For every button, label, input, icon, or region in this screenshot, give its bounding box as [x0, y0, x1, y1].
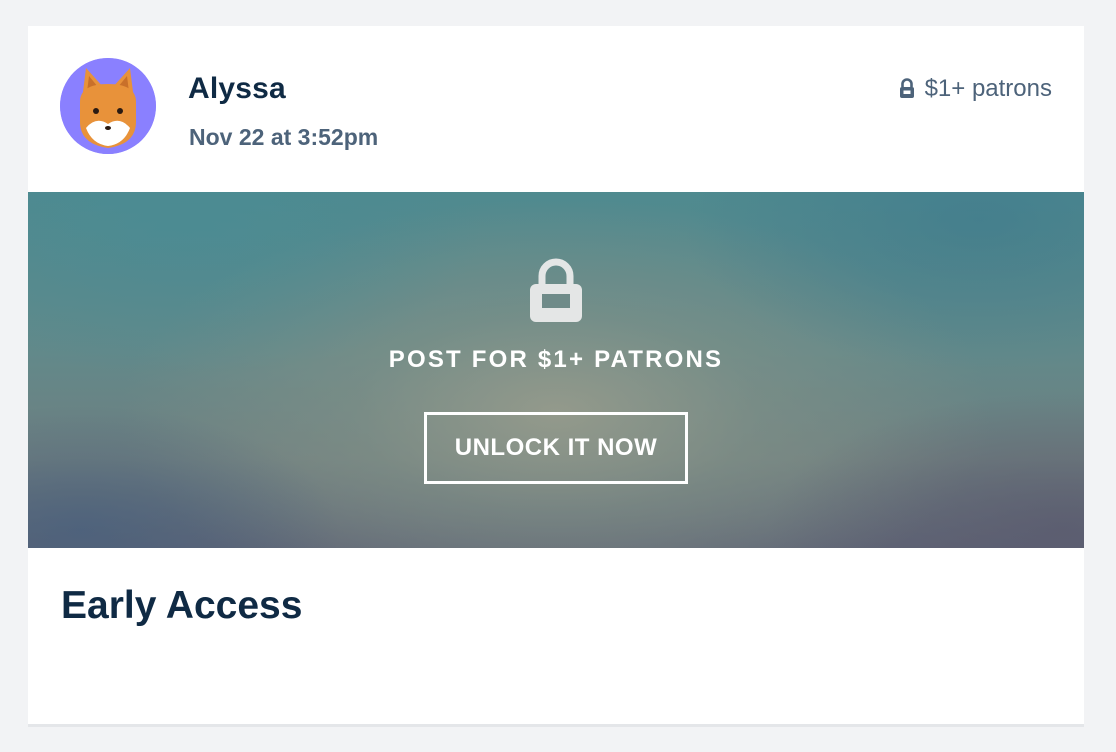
post-title[interactable]: Early Access — [61, 584, 302, 628]
lock-icon — [899, 78, 915, 100]
fox-avatar-icon — [60, 58, 156, 154]
locked-content-banner: POST FOR $1+ PATRONS UNLOCK IT NOW — [28, 192, 1084, 548]
post-timestamp[interactable]: Nov 22 at 3:52pm — [189, 124, 378, 151]
lock-icon — [530, 258, 582, 322]
avatar[interactable] — [60, 58, 156, 154]
post-header: Alyssa Nov 22 at 3:52pm $1+ patrons — [28, 26, 1084, 192]
tier-badge: $1+ patrons — [899, 75, 1052, 103]
post-card: Alyssa Nov 22 at 3:52pm $1+ patrons POST… — [28, 26, 1084, 724]
tier-label: $1+ patrons — [924, 75, 1052, 102]
unlock-button[interactable]: UNLOCK IT NOW — [424, 412, 688, 484]
locked-message: POST FOR $1+ PATRONS — [388, 346, 724, 373]
author-name[interactable]: Alyssa — [188, 72, 286, 106]
